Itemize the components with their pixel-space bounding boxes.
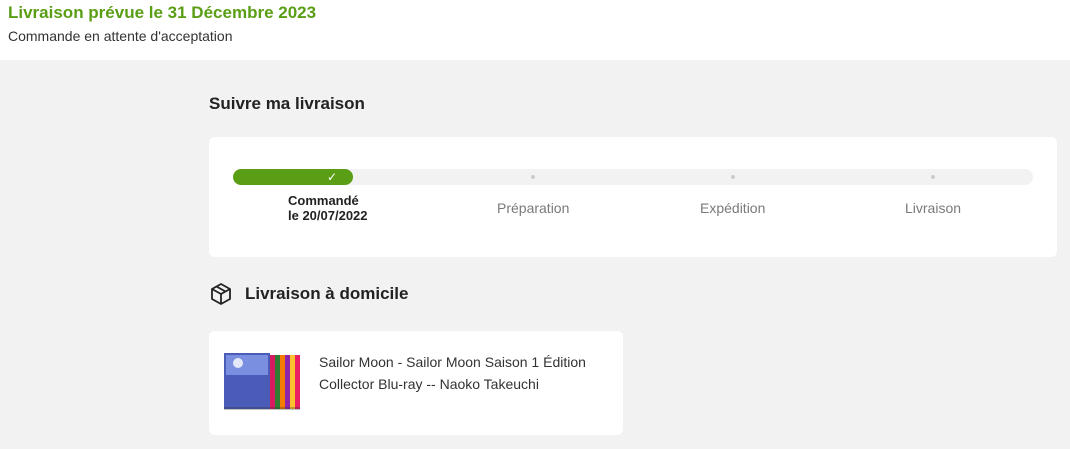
order-status-text: Commande en attente d'acceptation [8, 28, 233, 44]
tracking-card: ✓ Commandé le 20/07/2022 Préparation Exp… [209, 137, 1057, 257]
product-image[interactable] [222, 351, 302, 411]
step-preparation-label: Préparation [497, 200, 570, 216]
step-dot-preparation [531, 175, 535, 179]
step-ordered-date: le 20/07/2022 [288, 208, 368, 223]
product-card[interactable]: Sailor Moon - Sailor Moon Saison 1 Éditi… [209, 331, 623, 435]
product-name[interactable]: Sailor Moon - Sailor Moon Saison 1 Éditi… [319, 351, 609, 395]
delivery-date-title: Livraison prévue le 31 Décembre 2023 [8, 3, 317, 22]
step-ordered-label: Commandé [288, 193, 359, 208]
delivery-header: Livraison prévue le 31 Décembre 2023 Com… [0, 0, 1070, 60]
step-dot-expedition [731, 175, 735, 179]
tracking-section-title: Suivre ma livraison [209, 94, 365, 113]
step-delivery-label: Livraison [905, 200, 962, 216]
check-icon: ✓ [327, 170, 338, 184]
home-delivery-title: Livraison à domicile [245, 284, 409, 303]
package-icon [211, 283, 231, 305]
step-dot-livraison [931, 175, 935, 179]
step-ordered: Commandé le 20/07/2022 [288, 193, 368, 223]
step-expedition-label: Expédition [700, 200, 766, 216]
progress-track [233, 169, 1033, 185]
